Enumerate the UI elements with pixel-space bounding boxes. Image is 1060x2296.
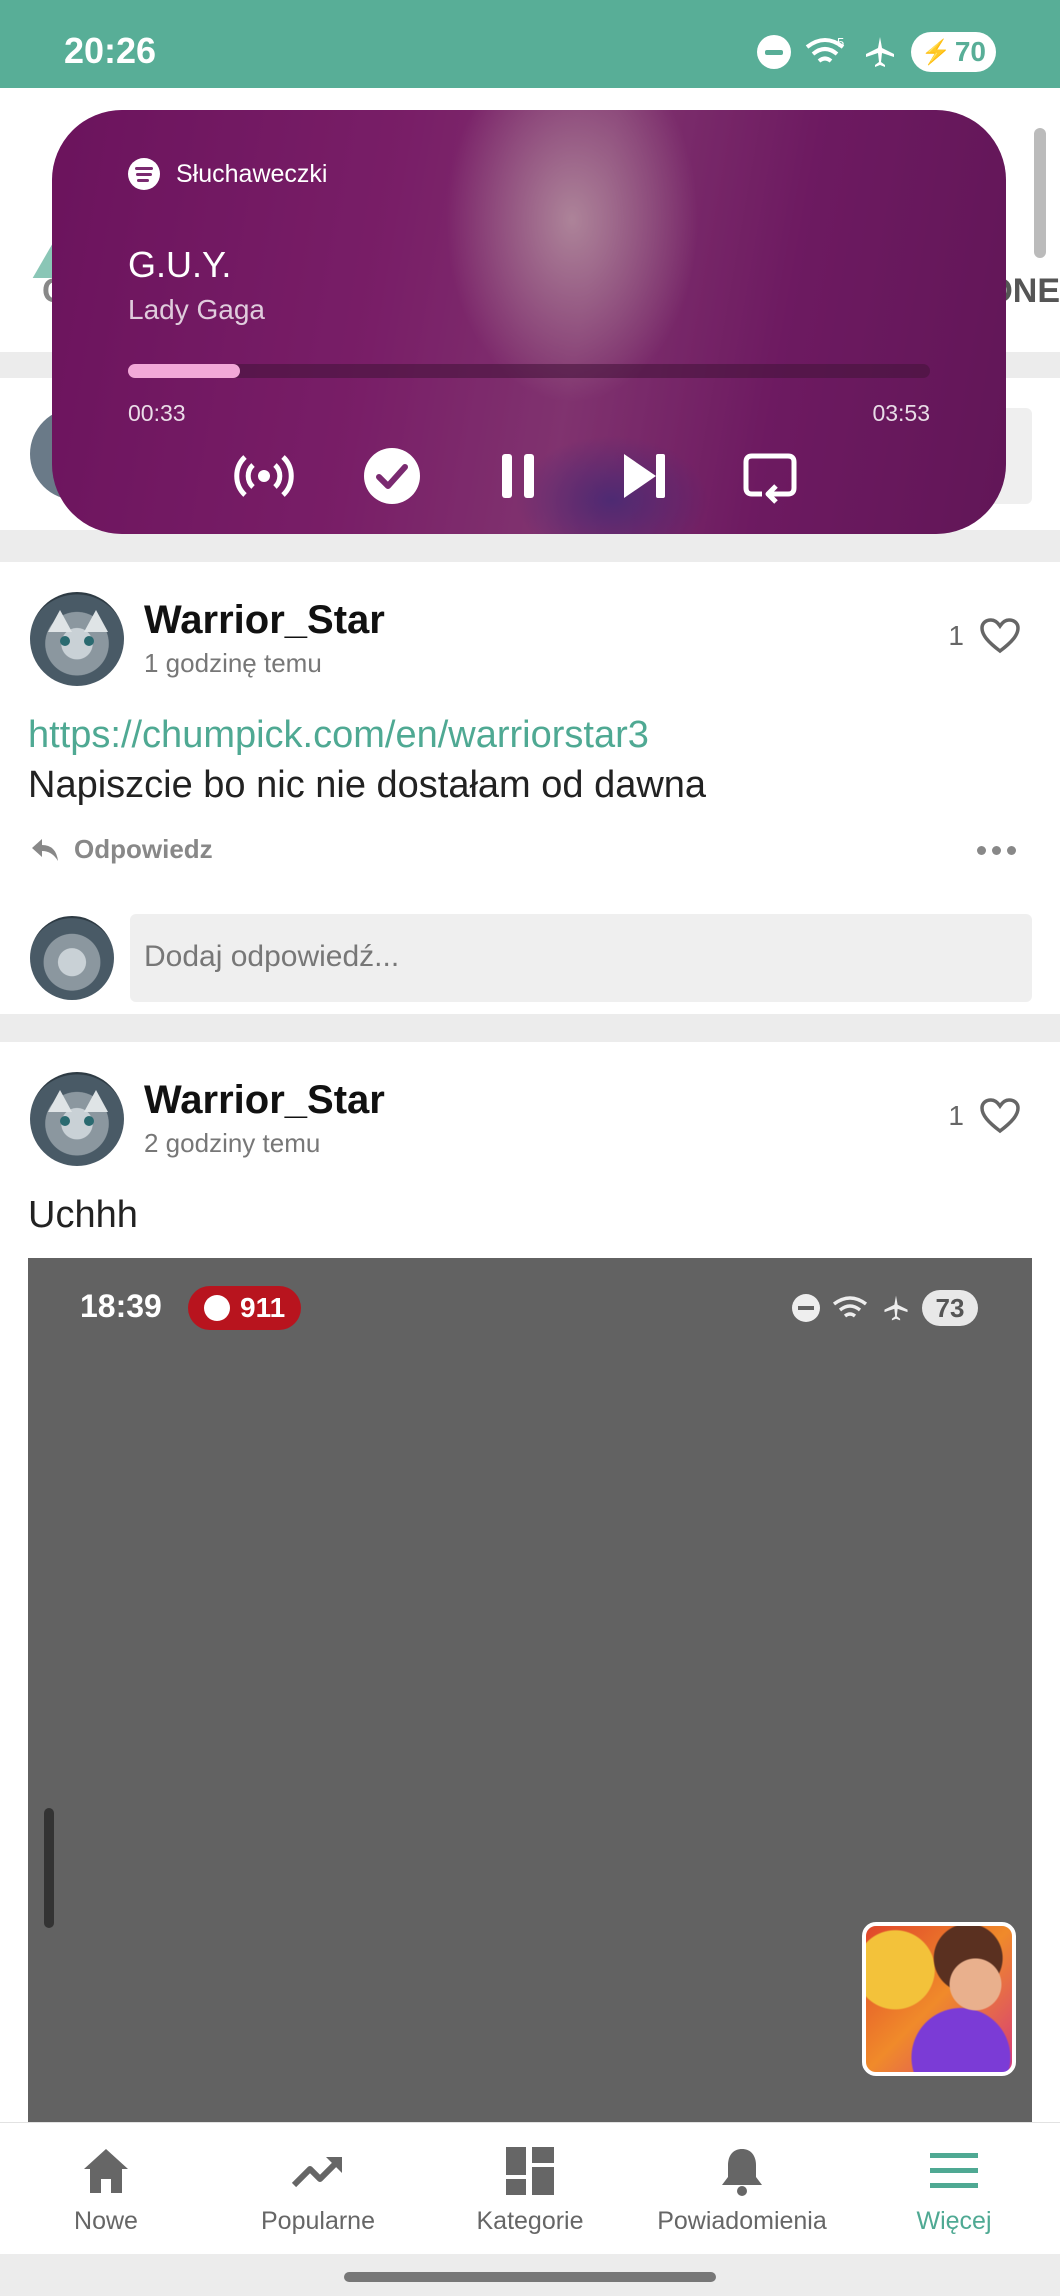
like-count: 1 [948, 1100, 964, 1131]
skip-next-icon [624, 454, 665, 498]
repeat-icon [743, 453, 797, 504]
seek-bar-progress [128, 364, 241, 378]
gesture-area [0, 2254, 1060, 2296]
track-artist: Lady Gaga [128, 294, 265, 325]
charging-icon: ⚡ [920, 38, 951, 66]
like-control[interactable]: 1 [948, 1098, 1020, 1134]
scrollbar-thumb[interactable] [1034, 128, 1046, 258]
home-gesture-bar[interactable] [344, 2272, 716, 2282]
track-title: G.U.Y. [128, 244, 232, 285]
reply-label: Odpowiedz [74, 834, 213, 864]
embedded-battery: 73 [922, 1290, 978, 1326]
nav-item-kategorie[interactable]: Kategorie [424, 2123, 636, 2254]
saved-button[interactable] [360, 444, 424, 508]
broadcast-icon [234, 455, 294, 497]
nav-item-popularne[interactable]: Popularne [212, 2123, 424, 2254]
post-time: 2 godziny temu [144, 1128, 321, 1158]
playback-controls [232, 444, 832, 508]
post-username[interactable]: Warrior_Star [144, 598, 385, 643]
current-user-avatar [30, 916, 114, 1000]
nav-item-powiadomienia[interactable]: Powiadomienia [636, 2123, 848, 2254]
nav-item-nowe[interactable]: Nowe [0, 2123, 212, 2254]
embedded-pill-text: 911 [240, 1292, 286, 1323]
wifi-icon: 5 [805, 35, 844, 63]
spotify-icon [128, 158, 160, 190]
post-card: Warrior_Star 1 godzinę temu 1 https://ch… [0, 562, 1060, 1014]
nav-label: Kategorie [476, 2207, 584, 2235]
post-time: 1 godzinę temu [144, 648, 322, 678]
spotify-icon [204, 1295, 230, 1321]
embedded-spotify-pill: 911 [188, 1286, 302, 1330]
airplane-mode-icon [884, 1295, 908, 1321]
do-not-disturb-icon [792, 1294, 820, 1322]
reply-input[interactable]: Dodaj odpowiedź... [130, 914, 1032, 1002]
nav-label: Nowe [74, 2207, 138, 2235]
heart-icon [980, 618, 1020, 654]
avatar[interactable] [30, 592, 124, 686]
skip-next-button[interactable] [612, 444, 676, 508]
nav-label: Popularne [261, 2207, 375, 2235]
saved-check-icon [364, 448, 420, 504]
airplane-mode-icon [865, 37, 894, 67]
pause-icon [502, 454, 534, 498]
more-dots-icon [977, 846, 986, 855]
reply-arrow-icon [32, 838, 58, 861]
nav-label: Więcej [916, 2207, 992, 2235]
output-device-label: Słuchaweczki [176, 159, 328, 188]
app-screen: 20:26 5 ⚡ 70 C ONE [0, 0, 1060, 2296]
status-time: 20:26 [64, 30, 157, 71]
menu-icon [930, 2153, 978, 2188]
media-player-overlay[interactable]: Słuchaweczki G.U.Y. Lady Gaga 00:33 03:5… [52, 110, 1006, 534]
repeat-button[interactable] [738, 444, 802, 508]
post-image[interactable]: 18:39 911 73 [28, 1258, 1032, 2122]
post-link[interactable]: https://chumpick.com/en/warriorstar3 [28, 714, 649, 757]
status-bar: 20:26 5 ⚡ 70 [0, 0, 1060, 88]
total-duration: 03:53 [872, 400, 930, 426]
bell-icon [722, 2149, 762, 2196]
seek-bar[interactable] [128, 364, 930, 378]
battery-level: 70 [954, 36, 986, 67]
battery-indicator: ⚡ 70 [910, 32, 996, 72]
do-not-disturb-icon [756, 35, 791, 69]
embedded-status-time: 18:39 [80, 1288, 162, 1324]
reply-button[interactable]: Odpowiedz [30, 834, 213, 865]
post-text: Uchhh [28, 1194, 138, 1236]
post-card: Warrior_Star 2 godziny temu 1 Uchhh 18:3… [0, 1042, 1060, 2122]
embedded-scrollbar [44, 1808, 54, 1928]
heart-icon [980, 1098, 1020, 1134]
floating-game-bubble[interactable] [862, 1922, 1016, 2076]
nav-item-wiecej[interactable]: Więcej [848, 2123, 1060, 2254]
bottom-navigation: Nowe Popularne Kategorie Powiadomienia W… [0, 2122, 1060, 2254]
broadcast-button[interactable] [232, 444, 296, 508]
like-control[interactable]: 1 [948, 618, 1020, 654]
post-text: Napiszcie bo nic nie dostałam od dawna [28, 764, 707, 806]
trending-icon [291, 2157, 342, 2188]
avatar[interactable] [30, 1072, 124, 1166]
pause-button[interactable] [486, 444, 550, 508]
more-options-button[interactable] [977, 846, 1016, 855]
embedded-status-icons: 73 [792, 1290, 978, 1326]
home-icon [84, 2149, 128, 2193]
network-badge: 5 [837, 35, 844, 50]
post-username[interactable]: Warrior_Star [144, 1078, 385, 1123]
status-icons: 5 ⚡ 70 [756, 32, 996, 72]
nav-label: Powiadomienia [657, 2207, 827, 2235]
output-device[interactable]: Słuchaweczki [128, 158, 327, 190]
categories-icon [506, 2147, 554, 2195]
elapsed-time: 00:33 [128, 400, 186, 426]
like-count: 1 [948, 620, 964, 651]
wifi-icon [832, 1296, 868, 1318]
